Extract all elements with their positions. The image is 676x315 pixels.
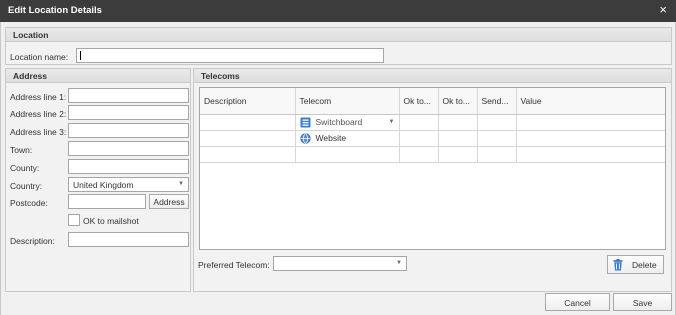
address-line-1-label: Address line 1: xyxy=(10,92,67,102)
telecoms-header: Telecoms xyxy=(194,69,671,83)
country-value: United Kingdom xyxy=(73,180,134,190)
column-header-value[interactable]: Value xyxy=(516,88,665,115)
close-icon[interactable]: × xyxy=(659,3,667,17)
description-cell[interactable] xyxy=(200,146,296,163)
value-cell[interactable] xyxy=(516,130,665,147)
title-bar: Edit Location Details × xyxy=(0,0,676,22)
send-cell[interactable] xyxy=(477,146,517,163)
description-label: Description: xyxy=(10,236,55,246)
address-line-2-label: Address line 2: xyxy=(10,109,67,119)
column-header-ok-to-2[interactable]: Ok to... xyxy=(438,88,478,115)
ok-to-cell[interactable] xyxy=(399,114,439,131)
preferred-telecom-select[interactable]: ▼ xyxy=(273,256,407,271)
address-lookup-button[interactable]: Address xyxy=(149,194,189,209)
postcode-input[interactable] xyxy=(68,194,146,209)
address-header: Address xyxy=(6,69,190,83)
table-row[interactable]: Website xyxy=(200,130,665,147)
address-line-3-label: Address line 3: xyxy=(10,127,67,137)
ok-to-cell[interactable] xyxy=(399,130,439,147)
text-caret xyxy=(80,51,81,60)
column-header-telecom[interactable]: Telecom xyxy=(295,88,400,115)
ok-to-cell[interactable] xyxy=(438,114,478,131)
column-header-ok-to-1[interactable]: Ok to... xyxy=(399,88,439,115)
telecoms-group: Telecoms Description Telecom Ok to... Ok… xyxy=(193,68,672,292)
ok-to-cell[interactable] xyxy=(438,130,478,147)
trash-icon xyxy=(613,259,623,273)
value-cell[interactable] xyxy=(516,146,665,163)
address-line-1-input[interactable] xyxy=(68,88,189,103)
address-line-3-input[interactable] xyxy=(68,123,189,138)
delete-label: Delete xyxy=(632,260,657,270)
table-row[interactable]: Switchboard ▼ xyxy=(200,114,665,131)
cancel-button[interactable]: Cancel xyxy=(545,293,610,311)
send-cell[interactable] xyxy=(477,130,517,147)
address-group: Address Address line 1: Address line 2: … xyxy=(5,68,191,292)
mailshot-label: OK to mailshot xyxy=(83,216,139,226)
dialog-body: Location Location name: Address Address … xyxy=(0,22,676,315)
location-group: Location Location name: xyxy=(5,27,672,65)
country-select[interactable]: United Kingdom ▼ xyxy=(68,177,189,192)
postcode-label: Postcode: xyxy=(10,198,48,208)
county-input[interactable] xyxy=(68,159,189,174)
save-button[interactable]: Save xyxy=(613,293,672,311)
chevron-down-icon[interactable]: ▼ xyxy=(389,119,395,125)
grid-header-row: Description Telecom Ok to... Ok to... Se… xyxy=(200,88,665,115)
location-header: Location xyxy=(6,28,671,42)
delete-button[interactable]: Delete xyxy=(607,255,664,274)
column-header-description[interactable]: Description xyxy=(200,88,296,115)
telecom-type-label: Switchboard xyxy=(315,117,363,127)
address-line-2-input[interactable] xyxy=(68,105,189,120)
description-cell[interactable] xyxy=(200,114,296,131)
town-input[interactable] xyxy=(68,141,189,156)
chevron-down-icon: ▼ xyxy=(178,181,184,187)
telecom-type-label: Website xyxy=(315,133,347,143)
telecom-cell[interactable]: Switchboard ▼ xyxy=(295,114,400,131)
chevron-down-icon: ▼ xyxy=(396,260,402,266)
location-name-label: Location name: xyxy=(10,52,69,62)
country-label: Country: xyxy=(10,181,43,191)
column-header-send[interactable]: Send... xyxy=(477,88,517,115)
mailshot-checkbox[interactable] xyxy=(68,214,80,226)
description-cell[interactable] xyxy=(200,130,296,147)
table-row[interactable] xyxy=(200,146,665,163)
ok-to-cell[interactable] xyxy=(438,146,478,163)
town-label: Town: xyxy=(10,145,33,155)
telecoms-grid[interactable]: Description Telecom Ok to... Ok to... Se… xyxy=(199,87,666,250)
globe-icon xyxy=(299,132,311,144)
ok-to-cell[interactable] xyxy=(399,146,439,163)
value-cell[interactable] xyxy=(516,114,665,131)
switchboard-icon xyxy=(300,117,311,128)
window-title: Edit Location Details xyxy=(8,5,102,16)
send-cell[interactable] xyxy=(477,114,517,131)
description-input[interactable] xyxy=(68,232,189,247)
county-label: County: xyxy=(10,163,40,173)
preferred-telecom-label: Preferred Telecom: xyxy=(198,260,270,270)
telecom-cell[interactable] xyxy=(295,146,400,163)
location-name-input[interactable] xyxy=(76,48,384,63)
telecom-cell[interactable]: Website xyxy=(295,130,400,147)
